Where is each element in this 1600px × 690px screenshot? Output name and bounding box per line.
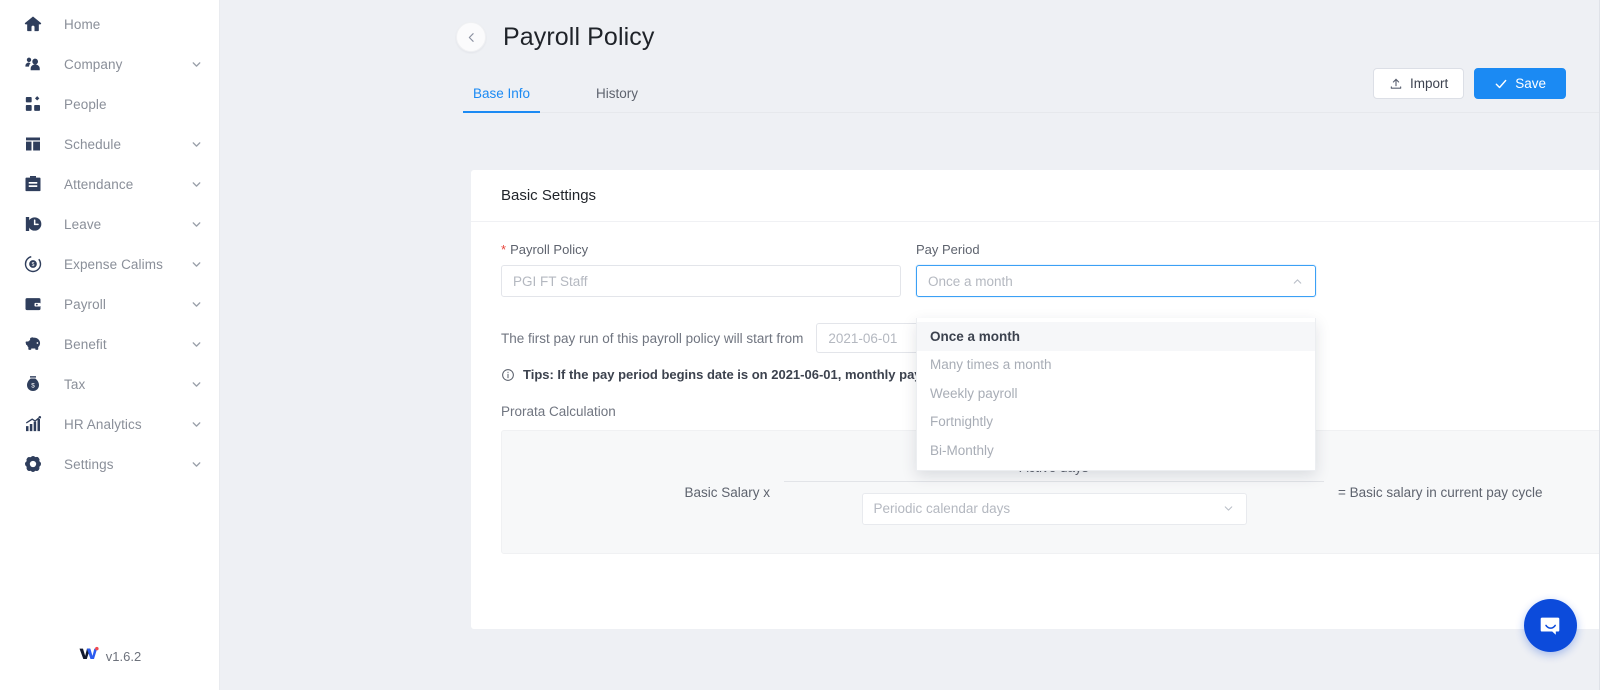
sidebar: Home Company People Schedule Attendance … bbox=[0, 0, 220, 690]
main-content: Payroll Policy Import Save Base Info His… bbox=[220, 0, 1600, 690]
chevron-down-icon[interactable] bbox=[190, 138, 203, 151]
sidebar-item-label: Payroll bbox=[64, 296, 106, 312]
sidebar-item-label: People bbox=[64, 96, 107, 112]
sidebar-item-label: Home bbox=[64, 16, 101, 32]
basic-settings-card: Basic Settings * Payroll Policy PGI FT S… bbox=[471, 170, 1599, 629]
sidebar-item-label: Tax bbox=[64, 376, 86, 392]
sidebar-item-people[interactable]: People bbox=[0, 84, 219, 124]
required-marker: * bbox=[501, 242, 507, 257]
title-row: Payroll Policy bbox=[220, 0, 654, 52]
tab-bar: Base Info History bbox=[462, 69, 1599, 113]
dropdown-option[interactable]: Weekly payroll bbox=[917, 379, 1315, 408]
tax-icon: $ bbox=[22, 373, 44, 395]
field-payroll-policy: * Payroll Policy PGI FT Staff bbox=[501, 242, 901, 297]
sidebar-footer: v1.6.2 bbox=[0, 646, 220, 666]
field-label-text: Pay Period bbox=[916, 242, 980, 257]
schedule-icon bbox=[22, 133, 44, 155]
payroll-policy-input[interactable]: PGI FT Staff bbox=[501, 265, 901, 297]
chevron-up-icon bbox=[1291, 275, 1304, 288]
sidebar-item-label: Company bbox=[64, 56, 123, 72]
sidebar-item-tax[interactable]: $ Tax bbox=[0, 364, 219, 404]
chevron-down-icon[interactable] bbox=[190, 338, 203, 351]
sidebar-item-label: Settings bbox=[64, 456, 114, 472]
field-label-text: Payroll Policy bbox=[510, 242, 589, 257]
sidebar-item-label: Expense Calims bbox=[64, 256, 163, 272]
sidebar-item-company[interactable]: Company bbox=[0, 44, 219, 84]
leave-icon bbox=[22, 213, 44, 235]
sidebar-item-label: Attendance bbox=[64, 176, 134, 192]
dropdown-option[interactable]: Fortnightly bbox=[917, 408, 1315, 437]
benefit-icon bbox=[22, 333, 44, 355]
chevron-down-icon[interactable] bbox=[190, 218, 203, 231]
chat-bubble-icon bbox=[1538, 613, 1564, 639]
sidebar-item-label: Leave bbox=[64, 216, 102, 232]
pay-period-dropdown: Once a month Many times a month Weekly p… bbox=[916, 318, 1316, 471]
pay-period-value: Once a month bbox=[928, 273, 1013, 289]
chevron-down-icon[interactable] bbox=[190, 58, 203, 71]
first-pay-run-text: The first pay run of this payroll policy… bbox=[501, 330, 804, 346]
tab-label: Base Info bbox=[473, 86, 531, 101]
svg-text:$: $ bbox=[32, 262, 35, 268]
sidebar-item-label: HR Analytics bbox=[64, 416, 142, 432]
workstem-logo-icon bbox=[79, 646, 99, 666]
tips-text: Tips: If the pay period begins date is o… bbox=[523, 367, 941, 382]
info-circle-icon bbox=[501, 368, 515, 382]
chevron-down-icon[interactable] bbox=[190, 378, 203, 391]
sidebar-item-payroll[interactable]: Payroll bbox=[0, 284, 219, 324]
sidebar-item-schedule[interactable]: Schedule bbox=[0, 124, 219, 164]
svg-text:$: $ bbox=[31, 383, 35, 390]
form-row: * Payroll Policy PGI FT Staff Pay Period… bbox=[501, 222, 1599, 297]
payroll-icon bbox=[22, 293, 44, 315]
home-icon bbox=[22, 13, 44, 35]
sidebar-item-benefit[interactable]: Benefit bbox=[0, 324, 219, 364]
expense-claims-icon: $ bbox=[22, 253, 44, 275]
chevron-down-icon[interactable] bbox=[190, 458, 203, 471]
app-version: v1.6.2 bbox=[105, 648, 142, 664]
prorata-denominator-select[interactable]: Periodic calendar days bbox=[861, 492, 1247, 525]
dropdown-option[interactable]: Bi-Monthly bbox=[917, 436, 1315, 465]
company-icon bbox=[22, 53, 44, 75]
chevron-left-icon bbox=[468, 32, 474, 42]
attendance-icon bbox=[22, 173, 44, 195]
card-section-title: Basic Settings bbox=[471, 170, 1599, 222]
chat-launcher-button[interactable] bbox=[1524, 599, 1577, 652]
back-button[interactable] bbox=[456, 22, 486, 52]
prorata-left-text: Basic Salary x bbox=[684, 484, 771, 500]
fraction-bar bbox=[784, 480, 1325, 482]
sidebar-item-settings[interactable]: Settings bbox=[0, 444, 219, 484]
sidebar-item-attendance[interactable]: Attendance bbox=[0, 164, 219, 204]
app-root: Home Company People Schedule Attendance … bbox=[0, 0, 1600, 690]
page-title: Payroll Policy bbox=[503, 22, 655, 51]
settings-icon bbox=[22, 453, 44, 475]
chevron-down-icon[interactable] bbox=[190, 418, 203, 431]
sidebar-item-hr-analytics[interactable]: HR Analytics bbox=[0, 404, 219, 444]
sidebar-item-expense-claims[interactable]: $ Expense Calims bbox=[0, 244, 219, 284]
tab-label: History bbox=[596, 86, 639, 101]
sidebar-item-home[interactable]: Home bbox=[0, 4, 219, 44]
chevron-down-icon[interactable] bbox=[190, 298, 203, 311]
tab-base-info[interactable]: Base Info bbox=[462, 86, 541, 113]
sidebar-item-label: Schedule bbox=[64, 136, 122, 152]
dropdown-option[interactable]: Many times a month bbox=[917, 351, 1315, 380]
topbar: Payroll Policy Import Save Base Info His… bbox=[220, 0, 1599, 113]
chevron-down-icon[interactable] bbox=[190, 178, 203, 191]
chevron-down-icon bbox=[1222, 502, 1235, 515]
payroll-policy-label: * Payroll Policy bbox=[501, 242, 901, 257]
sidebar-item-leave[interactable]: Leave bbox=[0, 204, 219, 244]
pay-period-select[interactable]: Once a month bbox=[916, 265, 1316, 297]
dropdown-option[interactable]: Once a month bbox=[917, 322, 1315, 351]
chevron-down-icon[interactable] bbox=[190, 258, 203, 271]
hr-analytics-icon bbox=[22, 413, 44, 435]
field-pay-period: Pay Period Once a month bbox=[916, 242, 1316, 297]
sidebar-nav-list: Home Company People Schedule Attendance … bbox=[0, 0, 219, 484]
tab-history[interactable]: History bbox=[594, 86, 640, 112]
sidebar-item-label: Benefit bbox=[64, 336, 107, 352]
people-icon bbox=[22, 93, 44, 115]
prorata-denominator-value: Periodic calendar days bbox=[873, 501, 1011, 516]
prorata-right-text: = Basic salary in current pay cycle bbox=[1338, 484, 1543, 500]
pay-period-label: Pay Period bbox=[916, 242, 1316, 257]
